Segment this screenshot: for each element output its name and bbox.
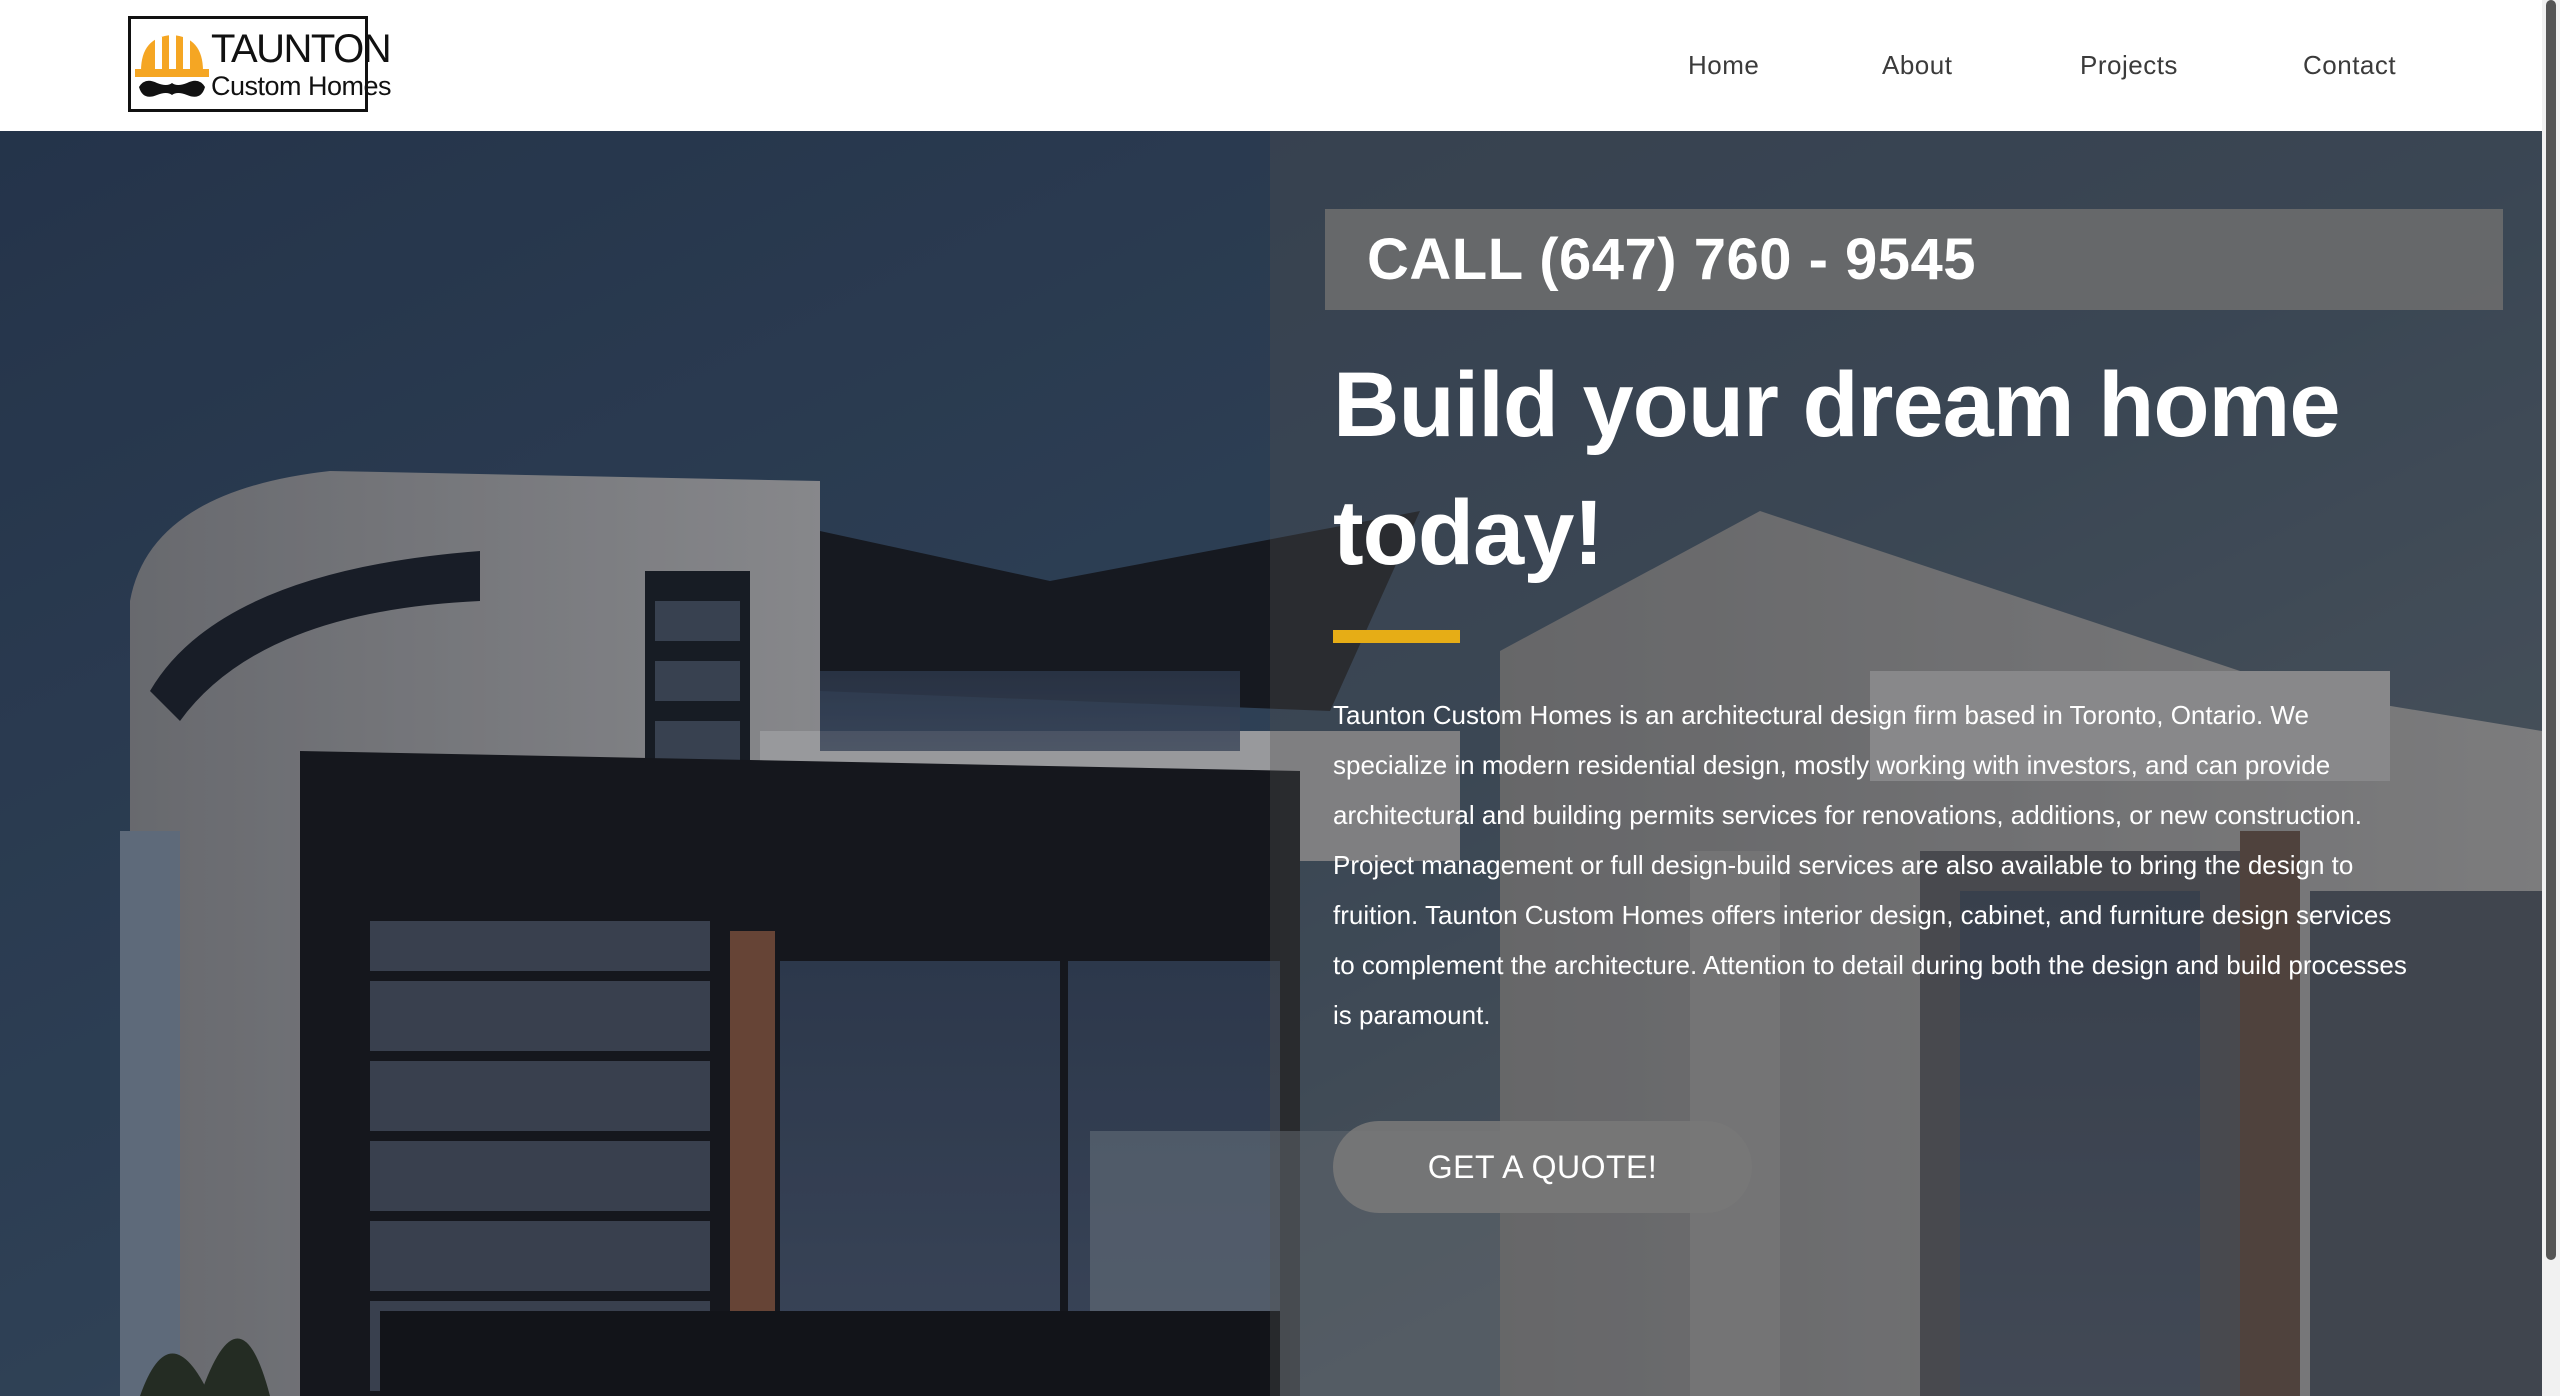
site-logo[interactable]: TAUNTON Custom Homes [128,16,392,112]
page-scrollbar[interactable] [2542,0,2560,1396]
call-phone-text[interactable]: CALL (647) 760 - 9545 [1367,225,1976,295]
nav-link-home[interactable]: Home [1688,45,1759,85]
site-header: TAUNTON Custom Homes Home About Projects… [0,0,2560,131]
hero-headline-line1: Build your dream home [1333,354,2341,456]
hero-headline-line2: today! [1333,482,1604,584]
hero-description: Taunton Custom Homes is an architectural… [1333,700,2407,1030]
headline-accent-bar [1333,630,1460,643]
logo-subtitle: Custom Homes [211,71,392,101]
hero-headline: Build your dream home today! [1333,341,2483,597]
nav-link-about[interactable]: About [1882,45,1952,85]
scrollbar-thumb[interactable] [2546,0,2556,1260]
hero-section: CALL (647) 760 - 9545 Build your dream h… [0,131,2542,1396]
nav-link-contact[interactable]: Contact [2303,45,2396,85]
call-banner: CALL (647) 760 - 9545 [1325,209,2503,310]
nav-link-projects[interactable]: Projects [2080,45,2178,85]
logo-title: TAUNTON [211,27,392,71]
hardhat-mustache-icon [135,33,209,97]
get-quote-button[interactable]: GET A QUOTE! [1333,1121,1752,1213]
